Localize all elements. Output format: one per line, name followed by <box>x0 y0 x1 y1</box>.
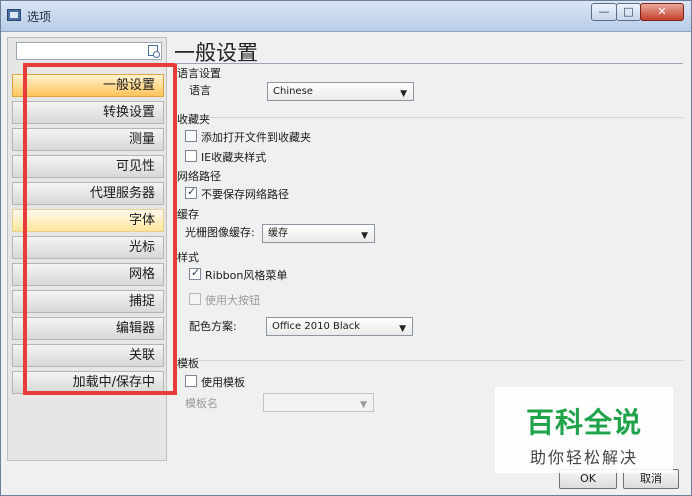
chevron-down-icon: ▼ <box>399 324 406 334</box>
options-sidebar: 一般设置 转换设置 测量 可见性 代理服务器 字体 光标 网格 捕捉 编辑器 关… <box>7 37 167 461</box>
app-window-icon <box>7 9 21 21</box>
nav-item-measure[interactable]: 测量 <box>12 128 164 151</box>
section-language: 语言设置 <box>177 67 221 80</box>
section-template: 模板 <box>177 357 199 370</box>
section-divider <box>179 360 683 361</box>
ie-favorites-style-checkbox[interactable] <box>185 150 197 162</box>
nav-item-conversion[interactable]: 转换设置 <box>12 101 164 124</box>
section-favorites: 收藏夹 <box>177 113 210 126</box>
nav-item-editor[interactable]: 编辑器 <box>12 317 164 340</box>
watermark-logo: 百科全说 助你轻松解决 <box>495 387 673 473</box>
section-network-path: 网络路径 <box>177 170 221 183</box>
section-cache: 缓存 <box>177 208 199 221</box>
window-title: 选项 <box>27 10 52 24</box>
language-select-value: Chinese <box>273 86 313 97</box>
color-scheme-select-value: Office 2010 Black <box>272 321 361 332</box>
chevron-down-icon: ▼ <box>361 231 368 241</box>
ie-favorites-style-label: IE收藏夹样式 <box>201 151 267 164</box>
title-divider <box>175 63 683 64</box>
raster-cache-label: 光栅图像缓存: <box>185 226 255 239</box>
language-label: 语言 <box>189 84 211 97</box>
nav-item-load-save[interactable]: 加载中/保存中 <box>12 371 164 394</box>
nav-item-visibility[interactable]: 可见性 <box>12 155 164 178</box>
dont-save-network-path-label: 不要保存网络路径 <box>201 188 289 201</box>
chevron-down-icon: ▼ <box>400 89 407 99</box>
search-icon[interactable] <box>148 45 160 58</box>
add-open-files-label: 添加打开文件到收藏夹 <box>201 131 311 144</box>
minimize-button[interactable]: — <box>591 3 617 21</box>
close-button[interactable]: ✕ <box>640 3 684 21</box>
use-template-label: 使用模板 <box>201 376 245 389</box>
section-divider <box>179 117 683 118</box>
dont-save-network-path-checkbox[interactable] <box>185 185 197 199</box>
add-open-files-checkbox[interactable] <box>185 130 197 142</box>
color-scheme-label: 配色方案: <box>189 320 237 333</box>
template-name-select[interactable]: ▼ <box>263 393 374 412</box>
nav-item-general[interactable]: 一般设置 <box>12 74 164 97</box>
use-template-checkbox[interactable] <box>185 375 197 387</box>
nav-item-association[interactable]: 关联 <box>12 344 164 367</box>
nav-item-snap[interactable]: 捕捉 <box>12 290 164 313</box>
title-bar[interactable]: 选项 — □ ✕ <box>1 1 691 32</box>
ribbon-menu-checkbox[interactable] <box>189 266 201 280</box>
search-input[interactable] <box>16 42 162 60</box>
options-dialog: 选项 — □ ✕ 一般设置 转换设置 测量 可见性 代理服务器 字体 光标 网格… <box>0 0 692 496</box>
large-buttons-checkbox[interactable] <box>189 293 201 305</box>
nav-item-proxy[interactable]: 代理服务器 <box>12 182 164 205</box>
watermark-main-text: 百科全说 <box>525 406 642 439</box>
raster-cache-select[interactable]: 缓存 ▼ <box>262 224 375 243</box>
raster-cache-select-value: 缓存 <box>268 228 288 239</box>
options-nav-list: 一般设置 转换设置 测量 可见性 代理服务器 字体 光标 网格 捕捉 编辑器 关… <box>12 74 164 398</box>
large-buttons-label: 使用大按钮 <box>205 294 260 307</box>
chevron-down-icon: ▼ <box>360 400 367 410</box>
section-style: 样式 <box>177 251 199 264</box>
maximize-button[interactable]: □ <box>616 3 641 21</box>
nav-item-grid[interactable]: 网格 <box>12 263 164 286</box>
nav-item-font[interactable]: 字体 <box>12 209 164 232</box>
language-select[interactable]: Chinese ▼ <box>267 82 414 101</box>
ribbon-menu-label: Ribbon风格菜单 <box>205 269 288 282</box>
watermark-sub-text: 助你轻松解决 <box>529 448 638 467</box>
nav-item-cursor[interactable]: 光标 <box>12 236 164 259</box>
color-scheme-select[interactable]: Office 2010 Black ▼ <box>266 317 413 336</box>
template-name-label: 模板名 <box>185 397 218 410</box>
